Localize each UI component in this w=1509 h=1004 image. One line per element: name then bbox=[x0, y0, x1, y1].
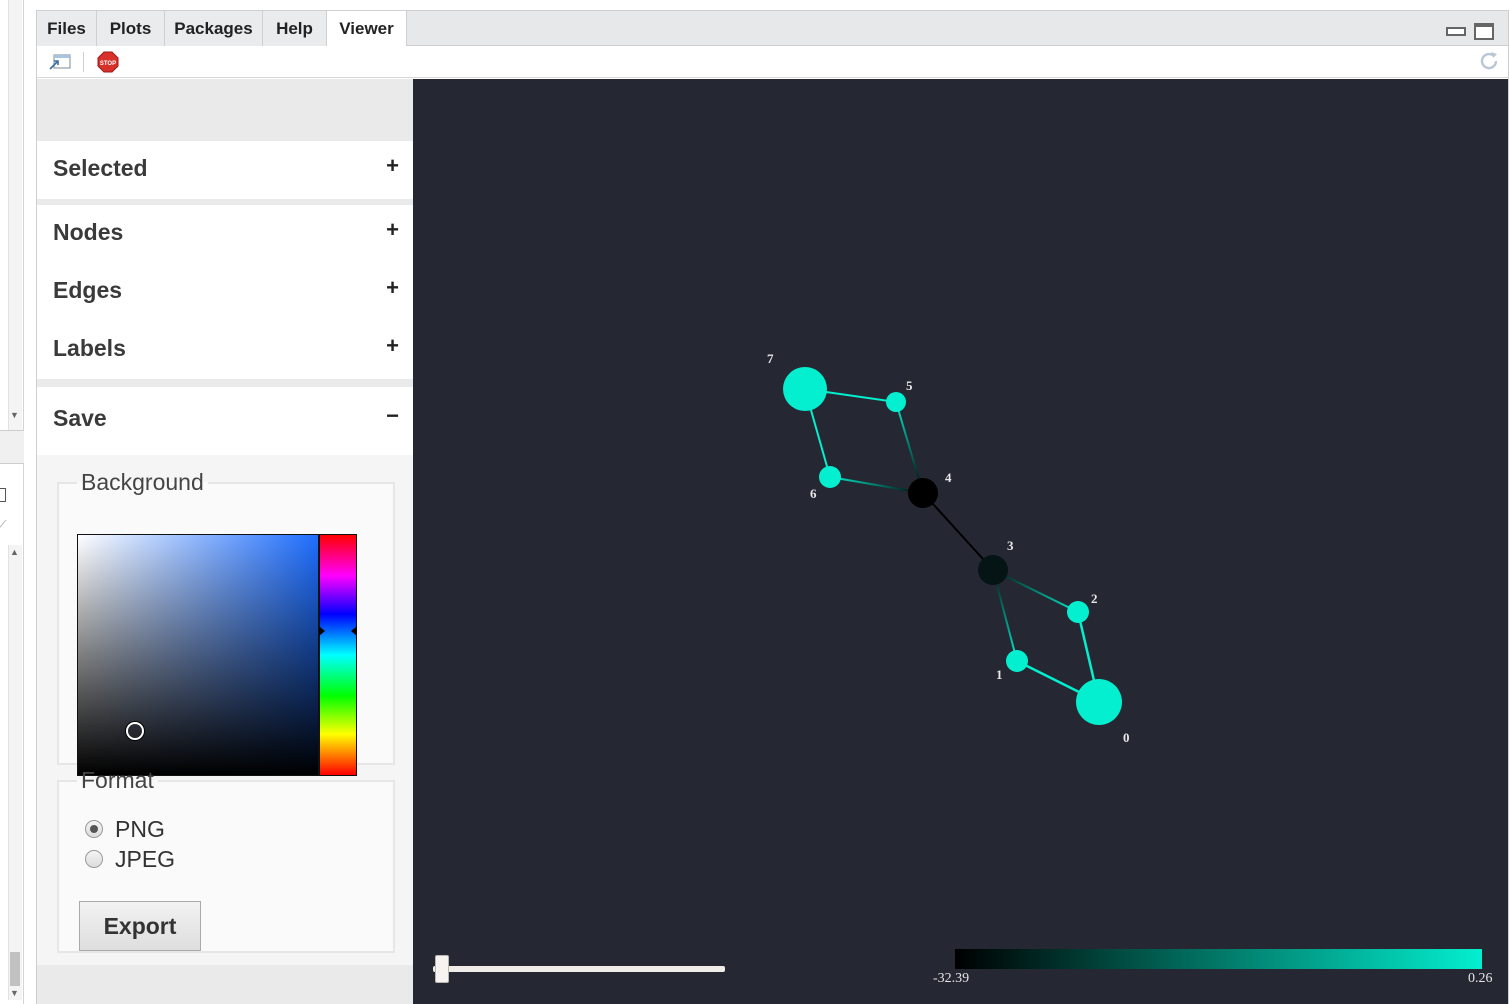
accordion-header-selected[interactable]: Selected + bbox=[37, 141, 413, 199]
viewer-toolbar: STOP bbox=[37, 46, 1508, 78]
node-label-1: 1 bbox=[996, 667, 1003, 682]
edge-4-3[interactable] bbox=[922, 492, 994, 571]
accordion-header-save[interactable]: Save − bbox=[37, 387, 413, 455]
save-panel: Background Format PNG JPEG Export bbox=[37, 455, 413, 965]
node-label-0: 0 bbox=[1123, 730, 1130, 745]
brush-icon[interactable]: ⟋ bbox=[0, 518, 8, 532]
accordion-title: Save bbox=[53, 405, 107, 431]
hue-marker-right-icon[interactable] bbox=[351, 626, 357, 636]
left-pane-edge: ▼ ⟋ ▲ ▼ bbox=[0, 0, 24, 1004]
radio-button[interactable] bbox=[85, 850, 103, 868]
open-in-browser-icon[interactable] bbox=[49, 54, 71, 70]
color-scale-min-label: -32.39 bbox=[933, 971, 970, 986]
node-5[interactable] bbox=[886, 392, 906, 412]
format-legend: Format bbox=[81, 767, 154, 793]
node-2[interactable] bbox=[1067, 601, 1089, 623]
color-saturation-value-picker[interactable] bbox=[77, 534, 319, 776]
accordion-title: Edges bbox=[53, 277, 123, 303]
node-1[interactable] bbox=[1006, 650, 1028, 672]
minimize-pane-icon[interactable] bbox=[1446, 27, 1466, 36]
tab-files[interactable]: Files bbox=[37, 11, 97, 46]
expand-plus-icon[interactable]: + bbox=[386, 217, 399, 243]
node-label-2: 2 bbox=[1091, 591, 1098, 606]
stop-label: STOP bbox=[100, 61, 116, 67]
graph-edges bbox=[804, 388, 1101, 704]
viewer-pane: Files Plots Packages Help Viewer STOP Se… bbox=[36, 10, 1509, 1004]
format-label: JPEG bbox=[115, 846, 176, 872]
selected-section: Selected + bbox=[37, 141, 413, 199]
graph-labels: 7 5 6 4 3 2 1 0 bbox=[767, 351, 1130, 745]
pane-tab-bar: Files Plots Packages Help Viewer bbox=[37, 11, 1508, 47]
scrollbar-top[interactable] bbox=[8, 0, 22, 430]
window-icon[interactable] bbox=[0, 488, 6, 502]
stop-sign-icon[interactable]: STOP bbox=[97, 51, 119, 73]
color-picker-cursor[interactable] bbox=[126, 722, 144, 740]
time-slider-track[interactable] bbox=[433, 966, 725, 972]
node-label-3: 3 bbox=[1007, 538, 1014, 553]
collapse-minus-icon[interactable]: − bbox=[386, 403, 399, 429]
export-button[interactable]: Export bbox=[79, 901, 201, 951]
scroll-down-arrow-icon[interactable]: ▼ bbox=[10, 410, 19, 420]
save-section: Save − bbox=[37, 387, 413, 455]
expand-plus-icon[interactable]: + bbox=[386, 333, 399, 359]
accordion-header-labels[interactable]: Labels + bbox=[37, 321, 413, 379]
node-0[interactable] bbox=[1076, 679, 1122, 725]
background-fieldset: Background bbox=[57, 469, 395, 776]
node-label-6: 6 bbox=[810, 486, 817, 501]
toolbar-separator bbox=[83, 52, 84, 72]
node-6[interactable] bbox=[819, 466, 841, 488]
format-fieldset: Format PNG JPEG Export bbox=[57, 767, 395, 953]
background-legend: Background bbox=[81, 469, 204, 495]
color-scale-bar bbox=[955, 949, 1482, 969]
accordion-header-nodes[interactable]: Nodes + bbox=[37, 205, 413, 263]
network-graph[interactable]: 7 5 6 4 3 2 1 0 bbox=[413, 79, 1508, 1004]
accordion-title: Selected bbox=[53, 155, 148, 181]
node-label-7: 7 bbox=[767, 351, 774, 366]
tab-viewer[interactable]: Viewer bbox=[327, 11, 407, 47]
style-sections: Nodes + Edges + Labels + bbox=[37, 205, 413, 379]
node-label-4: 4 bbox=[945, 470, 952, 485]
format-label: PNG bbox=[115, 816, 165, 842]
hue-slider[interactable] bbox=[319, 534, 357, 776]
pane-divider bbox=[0, 430, 24, 464]
accordion-title: Nodes bbox=[53, 219, 124, 245]
tab-plots[interactable]: Plots bbox=[97, 11, 165, 46]
time-slider-handle[interactable] bbox=[435, 955, 449, 983]
maximize-pane-icon[interactable] bbox=[1474, 23, 1494, 40]
scroll-down-arrow-icon[interactable]: ▼ bbox=[10, 988, 19, 998]
node-3[interactable] bbox=[978, 555, 1008, 585]
options-sidebar: Selected + Nodes + Edges + Labels + Save… bbox=[37, 79, 413, 1004]
node-label-5: 5 bbox=[906, 378, 913, 393]
scrollbar-bottom[interactable] bbox=[8, 545, 22, 1000]
expand-plus-icon[interactable]: + bbox=[386, 153, 399, 179]
graph-nodes bbox=[783, 367, 1122, 725]
accordion-header-edges[interactable]: Edges + bbox=[37, 263, 413, 321]
node-4[interactable] bbox=[908, 478, 938, 508]
tab-packages[interactable]: Packages bbox=[165, 11, 263, 46]
hue-marker-left-icon[interactable] bbox=[319, 626, 325, 636]
tab-help[interactable]: Help bbox=[263, 11, 327, 46]
scroll-up-arrow-icon[interactable]: ▲ bbox=[10, 547, 19, 557]
accordion-title: Labels bbox=[53, 335, 126, 361]
radio-button-checked[interactable] bbox=[85, 820, 103, 838]
scrollbar-thumb[interactable] bbox=[10, 952, 20, 986]
color-scale-max-label: 0.26 bbox=[1468, 971, 1493, 986]
expand-plus-icon[interactable]: + bbox=[386, 275, 399, 301]
refresh-icon[interactable] bbox=[1478, 50, 1500, 72]
node-7[interactable] bbox=[783, 367, 827, 411]
graph-canvas[interactable]: 7 5 6 4 3 2 1 0 -32.39 0.26 bbox=[413, 79, 1508, 1004]
